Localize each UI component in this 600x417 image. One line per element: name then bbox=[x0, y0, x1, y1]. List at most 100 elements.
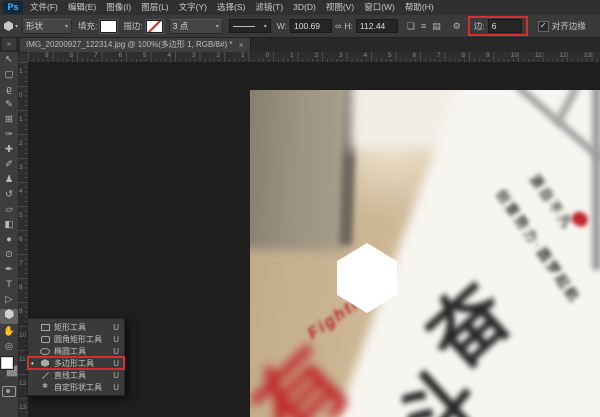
stroke-style-preview bbox=[233, 26, 255, 27]
stroke-style-select[interactable]: ▾ bbox=[229, 19, 271, 33]
menu-item-6[interactable]: 滤镜(T) bbox=[250, 0, 288, 15]
vruler-number: 12 bbox=[19, 380, 26, 387]
gradient-tool[interactable]: ◧ bbox=[0, 217, 18, 232]
height-label: H: bbox=[344, 21, 353, 31]
flyout-item-shortcut: U bbox=[113, 359, 119, 368]
flyout-item-2[interactable]: 椭圆工具U bbox=[28, 345, 124, 357]
width-input[interactable]: 100.69 bbox=[290, 19, 332, 33]
flyout-item-0[interactable]: 矩形工具U bbox=[28, 321, 124, 333]
photoshop-logo: Ps bbox=[3, 1, 23, 14]
path-arrangement-icon[interactable]: ▤ bbox=[429, 21, 444, 32]
hruler-number: 5 bbox=[388, 52, 392, 59]
tools-panel: ↖▢ϱ✎⊞✑✚✐♟↺▱◧●⊙✒T▷ ✋◎ bbox=[0, 52, 19, 417]
link-dimensions-icon[interactable]: ∞ bbox=[332, 21, 344, 31]
blur-tool[interactable]: ● bbox=[0, 232, 18, 247]
type-tool[interactable]: T bbox=[0, 277, 18, 292]
sides-highlight-box: 边: 6 bbox=[468, 16, 528, 36]
hruler-number: 7 bbox=[437, 52, 441, 59]
marquee-tool[interactable]: ▢ bbox=[0, 67, 18, 82]
close-icon[interactable]: × bbox=[238, 40, 243, 50]
hruler-number: 6 bbox=[413, 52, 417, 59]
vruler-number: 8 bbox=[19, 284, 23, 291]
hruler-number: 1 bbox=[241, 52, 245, 59]
zoom-tool[interactable]: ◎ bbox=[0, 339, 18, 354]
document-title: IMG_20200927_122314.jpg @ 100%(多边形 1, RG… bbox=[26, 39, 232, 50]
path-alignment-icon[interactable]: ≡ bbox=[418, 21, 429, 31]
quick-selection-tool[interactable]: ✎ bbox=[0, 97, 18, 112]
height-input[interactable]: 112.44 bbox=[356, 19, 398, 33]
hruler-number: 4 bbox=[364, 52, 368, 59]
menu-item-2[interactable]: 图像(I) bbox=[101, 0, 136, 15]
flyout-item-shortcut: U bbox=[113, 323, 119, 332]
stroke-color-swatch[interactable] bbox=[146, 20, 163, 33]
menu-item-4[interactable]: 文字(Y) bbox=[174, 0, 212, 15]
document-canvas[interactable]: 奋 斗 创意势力·圆梦起航 源自不凡 Fighting 有 bbox=[250, 90, 600, 417]
clone-stamp-tool[interactable]: ♟ bbox=[0, 172, 18, 187]
collapse-panels-button[interactable]: » bbox=[2, 38, 16, 50]
stroke-width-select[interactable]: 3 点 ▾ bbox=[169, 19, 223, 34]
path-operations-icon[interactable]: ❏ bbox=[404, 21, 418, 32]
flyout-item-shortcut: U bbox=[113, 335, 119, 344]
hruler-number: 11 bbox=[535, 52, 542, 59]
sides-input[interactable]: 6 bbox=[488, 19, 522, 33]
fill-color-swatch[interactable] bbox=[100, 20, 117, 33]
menu-item-9[interactable]: 窗口(W) bbox=[359, 0, 400, 15]
chevron-down-icon: ▾ bbox=[216, 23, 219, 30]
pen-tool[interactable]: ✒ bbox=[0, 262, 18, 277]
document-tab[interactable]: IMG_20200927_122314.jpg @ 100%(多边形 1, RG… bbox=[20, 37, 251, 52]
color-swatches[interactable] bbox=[0, 356, 18, 382]
path-selection-tool[interactable]: ▷ bbox=[0, 292, 18, 307]
hruler-number: 5 bbox=[143, 52, 147, 59]
menu-item-8[interactable]: 视图(V) bbox=[321, 0, 359, 15]
tool-mode-select[interactable]: 形状 ▾ bbox=[22, 19, 72, 34]
hruler-number: 8 bbox=[70, 52, 74, 59]
current-tool-preview[interactable]: ▾ bbox=[0, 21, 22, 31]
brush-tool[interactable]: ✐ bbox=[0, 157, 18, 172]
crop-tool[interactable]: ⊞ bbox=[0, 112, 18, 127]
menu-item-5[interactable]: 选择(S) bbox=[212, 0, 250, 15]
hruler-number: 2 bbox=[217, 52, 221, 59]
quick-mask-button[interactable] bbox=[2, 386, 16, 397]
flyout-item-label: 椭圆工具 bbox=[54, 346, 86, 357]
align-edges-label: 对齐边缘 bbox=[552, 20, 586, 32]
gear-icon[interactable]: ⚙ bbox=[450, 21, 464, 32]
eraser-tool[interactable]: ▱ bbox=[0, 202, 18, 217]
healing-brush-tool[interactable]: ✚ bbox=[0, 142, 18, 157]
menu-item-1[interactable]: 编辑(E) bbox=[63, 0, 101, 15]
shape-tools-flyout: 矩形工具U圆角矩形工具U椭圆工具U•多边形工具U直线工具U✱自定形状工具U bbox=[27, 318, 125, 396]
rrect-icon bbox=[40, 336, 50, 343]
polygon-tool-icon bbox=[4, 21, 13, 31]
flyout-item-3[interactable]: •多边形工具U bbox=[28, 357, 124, 369]
hruler-number: 3 bbox=[192, 52, 196, 59]
flyout-item-label: 直线工具 bbox=[54, 370, 86, 381]
dodge-tool[interactable]: ⊙ bbox=[0, 247, 18, 262]
vruler-number: 1 bbox=[19, 116, 23, 123]
chevron-down-icon: ▾ bbox=[15, 23, 18, 30]
eyedropper-tool[interactable]: ✑ bbox=[0, 127, 18, 142]
flyout-item-5[interactable]: ✱自定形状工具U bbox=[28, 381, 124, 393]
vruler-number: 13 bbox=[19, 404, 26, 411]
hand-tool[interactable]: ✋ bbox=[0, 324, 18, 339]
history-brush-tool[interactable]: ↺ bbox=[0, 187, 18, 202]
polygon-shape-tool[interactable] bbox=[0, 309, 18, 324]
vruler-number: 5 bbox=[19, 212, 23, 219]
flyout-item-label: 自定形状工具 bbox=[54, 382, 102, 393]
flyout-item-label: 多边形工具 bbox=[54, 358, 94, 369]
menu-item-10[interactable]: 帮助(H) bbox=[400, 0, 439, 15]
move-tool[interactable]: ↖ bbox=[0, 52, 18, 67]
hruler-number: 6 bbox=[119, 52, 123, 59]
menu-item-7[interactable]: 3D(D) bbox=[288, 0, 321, 15]
hruler-number: 0 bbox=[266, 52, 270, 59]
lasso-tool[interactable]: ϱ bbox=[0, 82, 18, 97]
flyout-item-4[interactable]: 直线工具U bbox=[28, 369, 124, 381]
vruler-number: 2 bbox=[19, 140, 23, 147]
menu-item-0[interactable]: 文件(F) bbox=[25, 0, 63, 15]
flyout-item-1[interactable]: 圆角矩形工具U bbox=[28, 333, 124, 345]
chevron-down-icon: ▾ bbox=[65, 23, 68, 30]
custom-icon: ✱ bbox=[40, 383, 50, 391]
foreground-color-swatch[interactable] bbox=[1, 357, 13, 369]
menu-item-3[interactable]: 图层(L) bbox=[136, 0, 173, 15]
align-edges-checkbox[interactable]: ✓ bbox=[538, 21, 549, 32]
line-icon bbox=[40, 375, 50, 376]
hruler-number: 12 bbox=[560, 52, 567, 59]
